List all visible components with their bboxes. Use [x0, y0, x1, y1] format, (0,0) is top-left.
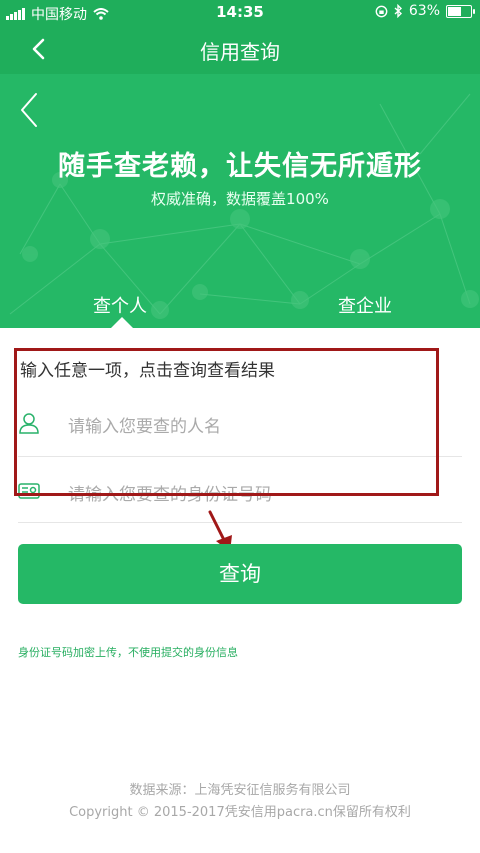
banner-subtitle: 权威准确，数据覆盖100% — [151, 190, 329, 208]
tab-company[interactable]: 查企业 — [338, 292, 392, 318]
bluetooth-icon — [394, 4, 402, 18]
id-number-field[interactable]: 请输入您要查的身份证号码 — [18, 456, 462, 523]
battery-icon — [446, 4, 475, 18]
privacy-notice: 身份证号码加密上传，不使用提交的身份信息 — [18, 646, 238, 659]
battery-percent: 63% — [408, 3, 440, 19]
data-source-text: 数据来源：上海凭安征信服务有限公司 — [129, 783, 351, 798]
tab-person[interactable]: 查个人 — [93, 292, 147, 318]
name-input-placeholder[interactable]: 请输入您要查的人名 — [68, 412, 221, 437]
person-icon — [19, 413, 39, 434]
chevron-left-icon[interactable] — [16, 90, 44, 130]
query-button[interactable]: 查询 — [18, 544, 462, 604]
status-bar: 中国移动 14:35 63% — [0, 0, 480, 24]
footer: 数据来源：上海凭安征信服务有限公司 Copyright © 2015-2017凭… — [0, 780, 480, 824]
id-input-placeholder[interactable]: 请输入您要查的身份证号码 — [68, 480, 272, 505]
page-title: 信用查询 — [200, 40, 280, 64]
copyright-text: Copyright © 2015-2017凭安信用pacra.cn保留所有权利 — [69, 805, 411, 820]
hero-banner: 随手查老赖，让失信无所遁形 权威准确，数据覆盖100% 查个人 查企业 — [0, 74, 480, 328]
nav-bar: 信用查询 — [0, 24, 480, 74]
name-field[interactable]: 请输入您要查的人名 — [18, 390, 462, 457]
id-card-icon — [18, 483, 40, 499]
banner-headline: 随手查老赖，让失信无所遁形 — [58, 151, 422, 182]
form-instruction: 输入任意一项，点击查询查看结果 — [20, 361, 275, 381]
active-tab-indicator — [111, 317, 133, 328]
orientation-lock-icon — [375, 5, 388, 17]
